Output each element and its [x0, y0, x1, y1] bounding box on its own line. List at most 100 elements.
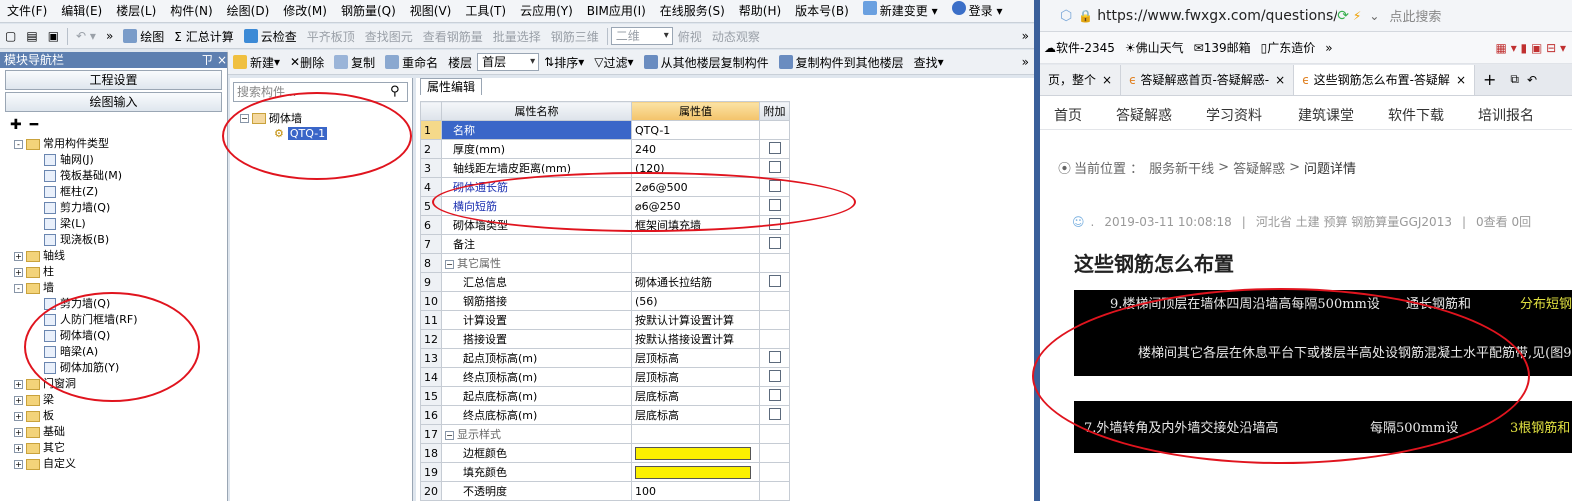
menu-tools[interactable]: 工具(T) — [458, 0, 513, 23]
extra-checkbox[interactable] — [768, 350, 781, 363]
menu-file[interactable]: 文件(F) — [0, 0, 54, 23]
menu-new-change[interactable]: 新建变更 ▾ — [856, 0, 945, 23]
tree-item[interactable]: 框柱(Z) — [14, 184, 227, 200]
site-nav-item[interactable]: 建筑课堂 — [1298, 105, 1354, 125]
tree-item[interactable]: 现浇板(B) — [14, 232, 227, 248]
tree-folder[interactable]: + 其它 — [14, 440, 227, 456]
tree-item[interactable]: 剪力墙(Q) — [14, 200, 227, 216]
breadcrumb-link[interactable]: 服务新干线 — [1149, 158, 1214, 177]
property-row[interactable]: 16 终点底标高(m) 层底标高 — [420, 405, 790, 425]
close-icon[interactable]: × — [1456, 73, 1466, 87]
new-component-button[interactable]: 新建 ▾ — [228, 50, 285, 75]
color-swatch[interactable] — [635, 465, 751, 479]
property-value-cell[interactable]: 层顶标高 — [631, 348, 760, 368]
extra-checkbox[interactable] — [768, 160, 781, 173]
bookmark-item[interactable]: ☀佛山天气 — [1125, 39, 1184, 56]
extra-checkbox[interactable] — [768, 388, 781, 401]
menu-edit[interactable]: 编辑(E) — [54, 0, 109, 23]
bookmark-item[interactable]: ✉139邮箱 — [1194, 39, 1251, 56]
property-row[interactable]: 18 边框颜色 — [420, 443, 790, 463]
menu-cloud[interactable]: 云应用(Y) — [513, 0, 580, 23]
property-value-cell[interactable]: 按默认计算设置计算 — [631, 310, 760, 330]
menu-component[interactable]: 构件(N) — [163, 0, 219, 23]
property-value-cell[interactable]: 按默认搭接设置计算 — [631, 329, 760, 349]
property-value-cell[interactable]: (56) — [631, 291, 760, 311]
lightning-icon[interactable]: ⚡ — [1353, 9, 1361, 23]
tab-list-icon[interactable]: ⧉ — [1510, 72, 1519, 87]
close-icon[interactable]: × — [1275, 73, 1285, 87]
find-element-button[interactable]: 查找图元 — [360, 24, 418, 49]
find-button[interactable]: 查找 ▾ — [909, 50, 949, 75]
new-file-button[interactable]: ▢ — [0, 24, 21, 49]
extra-checkbox[interactable] — [768, 141, 781, 154]
collapse-icon[interactable]: - — [14, 283, 23, 293]
draw-input-button[interactable]: 绘图输入 — [5, 92, 222, 112]
property-value-cell[interactable] — [631, 424, 760, 444]
expand-icon[interactable]: + — [14, 411, 23, 421]
menu-version[interactable]: 版本号(B) — [788, 0, 856, 23]
browser-tab[interactable]: ϵ 答疑解惑首页-答疑解惑- × — [1121, 64, 1295, 95]
bookmark-item[interactable]: ☁软件-2345 — [1044, 39, 1115, 56]
tree-item[interactable]: 筏板基础(M) — [14, 168, 227, 184]
sum-calc-button[interactable]: Σ 汇总计算 — [169, 24, 238, 49]
property-row[interactable]: 2 厚度(mm) 240 — [420, 139, 790, 159]
expand-icon[interactable]: + — [14, 427, 23, 437]
menu-rebar[interactable]: 钢筋量(Q) — [334, 0, 403, 23]
property-row[interactable]: 10 钢筋搭接 (56) — [420, 291, 790, 311]
site-nav-item[interactable]: 答疑解惑 — [1116, 105, 1172, 125]
browser-search-input[interactable]: 点此搜索 — [1389, 6, 1441, 25]
project-settings-button[interactable]: 工程设置 — [5, 70, 222, 90]
close-icon[interactable]: × — [1102, 73, 1112, 87]
view-rebar-button[interactable]: 查看钢筋量 — [418, 24, 488, 49]
dropdown-icon[interactable]: ⌄ — [1369, 9, 1379, 23]
undo-button[interactable]: ↶ ▾ — [71, 24, 101, 49]
draw-button[interactable]: 绘图 — [118, 24, 169, 49]
property-row[interactable]: 8− 其它属性 — [420, 253, 790, 273]
extra-checkbox[interactable] — [768, 407, 781, 420]
property-value-cell[interactable]: 100 — [631, 481, 760, 501]
cloud-check-button[interactable]: 云检查 — [239, 24, 302, 49]
property-row[interactable]: 11 计算设置 按默认计算设置计算 — [420, 310, 790, 330]
toolbar-icons[interactable]: ▦ ▾ ▮ ▣ ⊟ ▾ — [1496, 41, 1566, 55]
toolbar-overflow[interactable]: » — [1017, 50, 1034, 75]
tree-item[interactable]: 梁(L) — [14, 216, 227, 232]
toolbar-overflow[interactable]: » — [101, 24, 118, 49]
breadcrumb-link[interactable]: 答疑解惑 — [1233, 158, 1285, 177]
search-icon[interactable]: ⚲ — [390, 84, 400, 99]
tree-folder[interactable]: + 基础 — [14, 424, 227, 440]
back-icon[interactable]: ↶ — [1527, 73, 1537, 87]
tree-folder[interactable]: + 板 — [14, 408, 227, 424]
browser-tab-active[interactable]: ϵ 这些钢筋怎么布置-答疑解 × — [1294, 64, 1475, 95]
flatten-slab-button[interactable]: 平齐板顶 — [302, 24, 360, 49]
tab-property-edit[interactable]: 属性编辑 — [420, 78, 483, 95]
expand-icon[interactable]: + — [14, 395, 23, 405]
site-nav-item[interactable]: 首页 — [1054, 105, 1082, 125]
pin-close-icon[interactable]: ㄗ × — [201, 52, 227, 68]
collapse-icon[interactable]: - — [14, 139, 23, 149]
open-file-button[interactable]: ▤ — [21, 24, 42, 49]
expand-icon[interactable]: + — [14, 459, 23, 469]
collapse-all-icon[interactable]: ━ — [30, 117, 38, 133]
rename-button[interactable]: 重命名 — [380, 50, 443, 75]
view-mode-select[interactable]: 二维 — [610, 27, 673, 45]
tree-folder[interactable]: + 轴线 — [14, 248, 227, 264]
batch-select-button[interactable]: 批量选择 — [488, 24, 546, 49]
menu-help[interactable]: 帮助(H) — [732, 0, 788, 23]
bookmark-item[interactable]: ▯广东造价 — [1261, 39, 1316, 56]
site-nav-item[interactable]: 学习资料 — [1206, 105, 1262, 125]
menu-login[interactable]: 登录 ▾ — [945, 0, 1010, 23]
property-value-cell[interactable]: 层顶标高 — [631, 367, 760, 387]
menu-bim[interactable]: BIM应用(I) — [580, 0, 653, 23]
property-value-cell[interactable]: 层底标高 — [631, 386, 760, 406]
property-value-cell[interactable] — [631, 462, 760, 482]
property-value-cell[interactable]: 层底标高 — [631, 405, 760, 425]
property-value-cell[interactable]: 240 — [631, 139, 760, 159]
new-tab-icon[interactable]: + — [1483, 70, 1496, 89]
property-row[interactable]: 19 填充颜色 — [420, 462, 790, 482]
site-nav-item[interactable]: 软件下载 — [1388, 105, 1444, 125]
property-row[interactable]: 9 汇总信息 砌体通长拉结筋 — [420, 272, 790, 292]
property-row[interactable]: 17− 显示样式 — [420, 424, 790, 444]
extra-checkbox[interactable] — [768, 236, 781, 249]
property-row[interactable]: 14 终点顶标高(m) 层顶标高 — [420, 367, 790, 387]
property-value-cell[interactable] — [631, 234, 760, 254]
